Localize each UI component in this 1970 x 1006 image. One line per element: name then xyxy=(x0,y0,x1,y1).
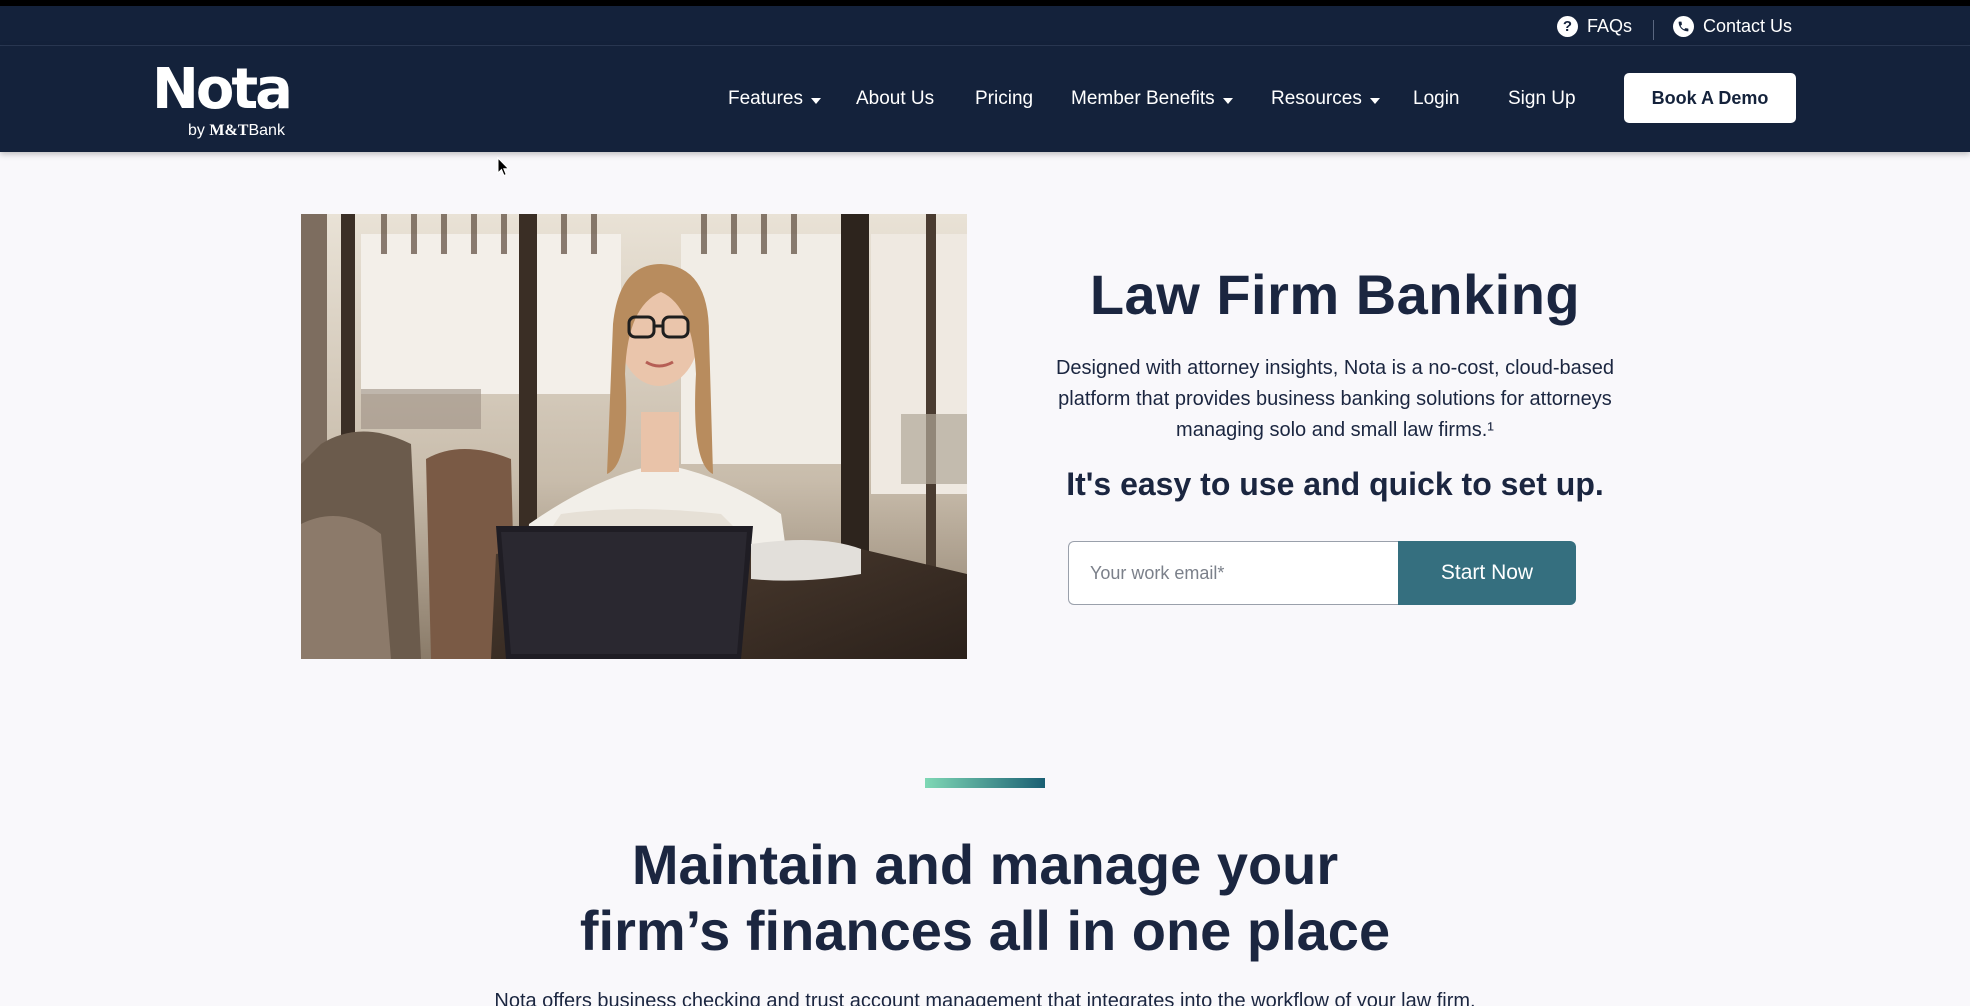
nav-about-us[interactable]: About Us xyxy=(856,46,934,152)
section-accent-bar xyxy=(925,778,1045,788)
section-title-line-1: Maintain and manage your xyxy=(631,833,1339,896)
caret-down-icon xyxy=(810,97,821,104)
mouse-cursor-icon xyxy=(497,156,511,182)
nav-features[interactable]: Features xyxy=(728,46,821,152)
nav-features-label: Features xyxy=(728,88,803,109)
main-navigation: Nota by M&TBank Features About Us Pricin… xyxy=(0,46,1970,152)
start-now-button[interactable]: Start Now xyxy=(1398,541,1576,605)
book-a-demo-button[interactable]: Book A Demo xyxy=(1624,73,1796,123)
faqs-link[interactable]: ? FAQs xyxy=(1557,6,1632,46)
hero-photo-attorney-at-laptop xyxy=(301,214,967,659)
hero-description: Designed with attorney insights, Nota is… xyxy=(1055,357,1615,441)
contact-us-label: Contact Us xyxy=(1703,15,1793,36)
question-circle-icon: ? xyxy=(1557,15,1578,37)
logo-byline: by M&TBank xyxy=(188,122,285,139)
nav-about-us-label: About Us xyxy=(856,88,935,109)
nav-pricing-label: Pricing xyxy=(975,88,1034,109)
nav-sign-up-label: Sign Up xyxy=(1508,88,1576,109)
nav-login[interactable]: Login xyxy=(1413,46,1460,152)
utility-divider xyxy=(1653,20,1654,40)
section-title: Maintain and manage your firm’s finances… xyxy=(485,832,1485,964)
caret-down-icon xyxy=(1369,97,1380,104)
phone-circle-icon xyxy=(1673,15,1694,37)
utility-bar: ? FAQs Contact Us xyxy=(0,6,1970,46)
logo-wordmark: Nota xyxy=(152,57,293,122)
hero-subtitle: It's easy to use and quick to set up. xyxy=(1066,466,1604,502)
nav-resources[interactable]: Resources xyxy=(1271,46,1380,152)
nav-pricing[interactable]: Pricing xyxy=(975,46,1033,152)
nav-login-label: Login xyxy=(1413,88,1460,109)
faqs-label: FAQs xyxy=(1587,15,1633,36)
nav-member-benefits[interactable]: Member Benefits xyxy=(1071,46,1233,152)
work-email-input[interactable] xyxy=(1068,541,1400,605)
nav-sign-up[interactable]: Sign Up xyxy=(1508,46,1576,152)
nota-logo[interactable]: Nota by M&TBank xyxy=(152,57,293,140)
section-body: Nota offers business checking and trust … xyxy=(494,990,1476,1006)
nav-member-benefits-label: Member Benefits xyxy=(1071,88,1215,109)
hero-title: Law Firm Banking xyxy=(1089,263,1581,326)
section-title-line-2: firm’s finances all in one place xyxy=(579,899,1391,962)
nav-resources-label: Resources xyxy=(1271,88,1362,109)
contact-us-link[interactable]: Contact Us xyxy=(1673,6,1792,46)
caret-down-icon xyxy=(1222,97,1233,104)
